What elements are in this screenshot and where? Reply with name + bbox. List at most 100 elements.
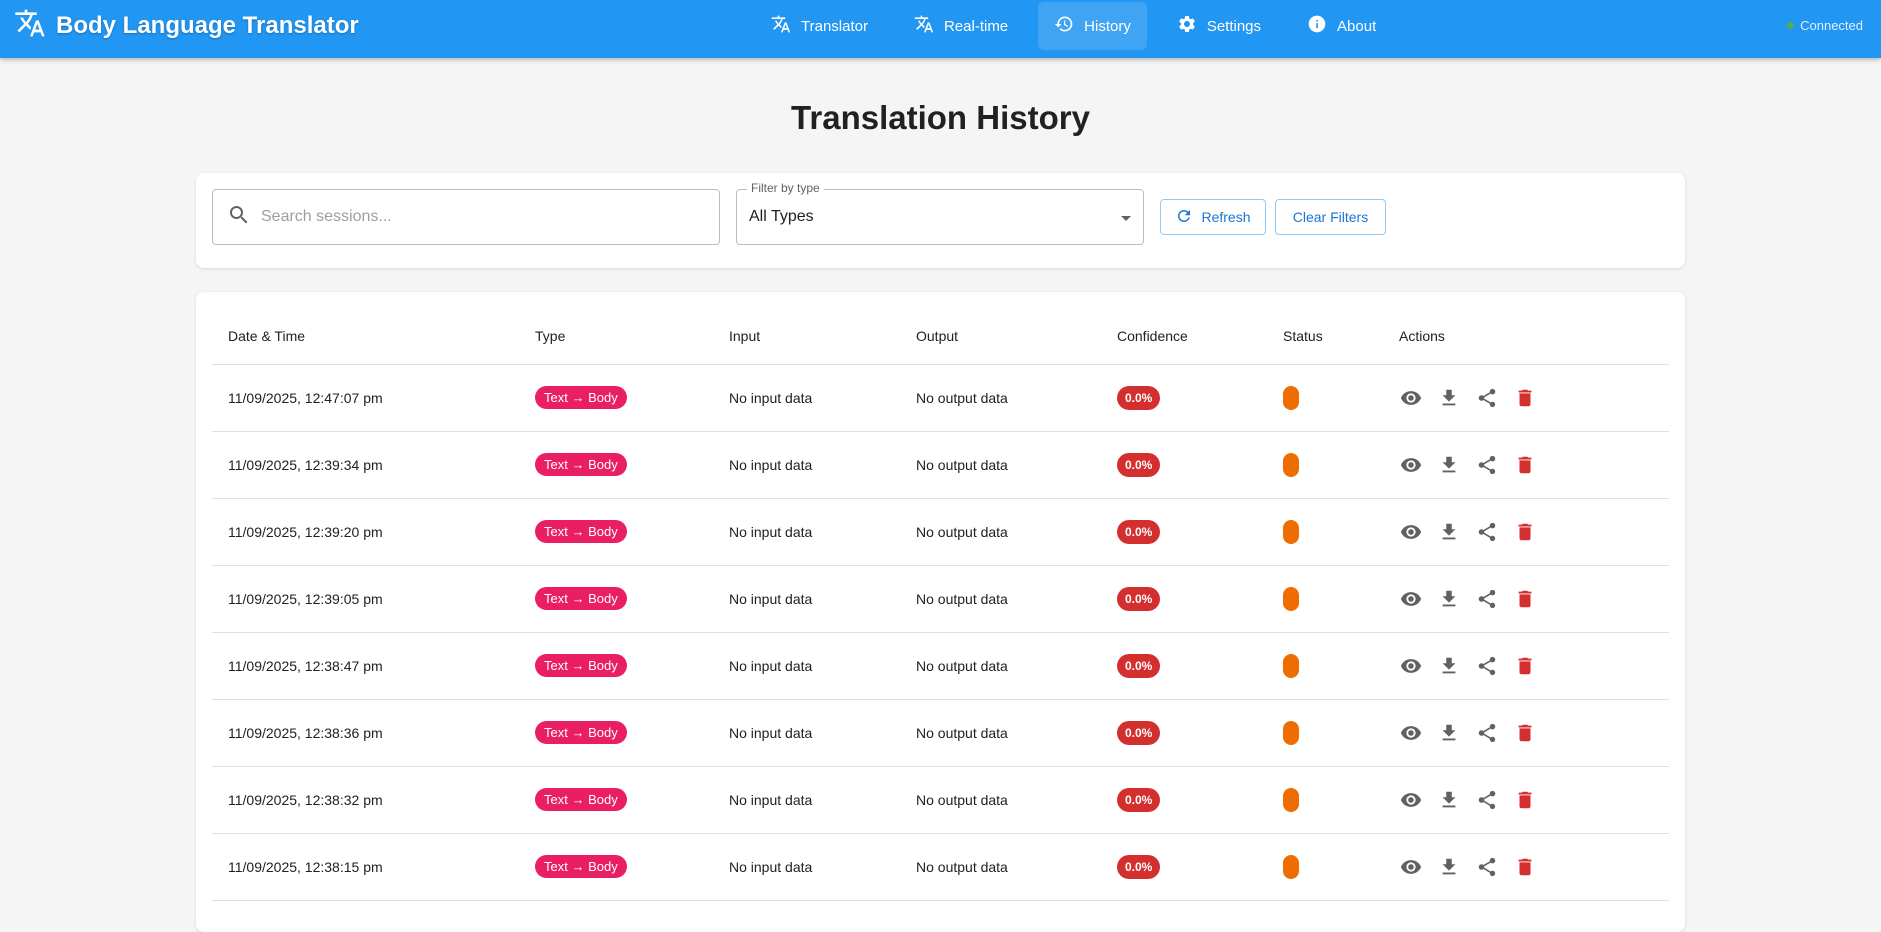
download-button[interactable] — [1437, 721, 1461, 745]
cell-type: Text → Body — [519, 431, 713, 499]
main-nav: Translator Real-time History Settings Ab… — [755, 2, 1392, 50]
share-button[interactable] — [1475, 721, 1499, 745]
cell-status — [1267, 431, 1383, 499]
nav-item-label: History — [1084, 17, 1131, 35]
delete-button[interactable] — [1513, 788, 1537, 812]
nav-item-settings[interactable]: Settings — [1161, 2, 1277, 50]
download-icon — [1438, 655, 1460, 677]
view-button[interactable] — [1399, 520, 1423, 544]
share-button[interactable] — [1475, 788, 1499, 812]
view-button[interactable] — [1399, 386, 1423, 410]
share-button[interactable] — [1475, 520, 1499, 544]
cell-datetime: 11/09/2025, 12:47:07 pm — [212, 364, 519, 432]
view-button[interactable] — [1399, 654, 1423, 678]
delete-button[interactable] — [1513, 721, 1537, 745]
table-row[interactable]: 11/09/2025, 12:38:47 pm Text → Body No inp… — [212, 632, 1669, 700]
table-row[interactable]: 11/09/2025, 12:38:15 pm Text → Body No inp… — [212, 833, 1669, 901]
search-field[interactable] — [212, 189, 720, 245]
table-header-row: Date & Time Type Input Output Confidence… — [212, 308, 1669, 365]
translate-logo-icon — [14, 7, 46, 46]
nav-item-about[interactable]: About — [1291, 2, 1392, 50]
column-header-status[interactable]: Status — [1267, 308, 1383, 365]
share-button[interactable] — [1475, 587, 1499, 611]
gear-icon — [1177, 14, 1197, 38]
share-icon — [1476, 789, 1498, 811]
translate-icon — [771, 14, 791, 38]
nav-item-translator[interactable]: Translator — [755, 2, 884, 50]
cell-input: No input data — [713, 766, 900, 834]
refresh-icon — [1175, 207, 1193, 228]
cell-datetime: 11/09/2025, 12:38:36 pm — [212, 699, 519, 767]
view-button[interactable] — [1399, 788, 1423, 812]
cell-input: No input data — [713, 833, 900, 901]
cell-actions — [1383, 766, 1669, 834]
table-row[interactable]: 11/09/2025, 12:39:20 pm Text → Body No inp… — [212, 498, 1669, 566]
cell-actions — [1383, 364, 1669, 432]
nav-item-realtime[interactable]: Real-time — [898, 2, 1024, 50]
delete-button[interactable] — [1513, 520, 1537, 544]
row-actions — [1399, 386, 1669, 410]
share-button[interactable] — [1475, 855, 1499, 879]
table-row[interactable]: 11/09/2025, 12:47:07 pm Text → Body No inp… — [212, 364, 1669, 432]
delete-button[interactable] — [1513, 453, 1537, 477]
column-header-confidence[interactable]: Confidence — [1101, 308, 1267, 365]
view-button[interactable] — [1399, 855, 1423, 879]
status-indicator — [1283, 385, 1299, 410]
cell-status — [1267, 833, 1383, 901]
download-icon — [1438, 789, 1460, 811]
table-row[interactable]: 11/09/2025, 12:38:32 pm Text → Body No inp… — [212, 766, 1669, 834]
column-header-output[interactable]: Output — [900, 308, 1101, 365]
table-row[interactable]: 11/09/2025, 12:39:34 pm Text → Body No inp… — [212, 431, 1669, 499]
confidence-chip: 0.0% — [1117, 519, 1161, 544]
cell-output: No output data — [900, 833, 1101, 901]
view-button[interactable] — [1399, 453, 1423, 477]
cell-actions — [1383, 431, 1669, 499]
cell-status — [1267, 699, 1383, 767]
download-button[interactable] — [1437, 520, 1461, 544]
delete-button[interactable] — [1513, 855, 1537, 879]
cell-datetime: 11/09/2025, 12:38:47 pm — [212, 632, 519, 700]
download-button[interactable] — [1437, 654, 1461, 678]
share-button[interactable] — [1475, 386, 1499, 410]
download-button[interactable] — [1437, 855, 1461, 879]
delete-button[interactable] — [1513, 386, 1537, 410]
view-button[interactable] — [1399, 587, 1423, 611]
type-filter-select[interactable]: Filter by type All Types — [736, 181, 1144, 245]
delete-button[interactable] — [1513, 587, 1537, 611]
confidence-chip: 0.0% — [1117, 720, 1161, 745]
view-button[interactable] — [1399, 721, 1423, 745]
download-icon — [1438, 722, 1460, 744]
nav-item-history[interactable]: History — [1038, 2, 1147, 50]
download-icon — [1438, 521, 1460, 543]
clear-filters-button[interactable]: Clear Filters — [1275, 199, 1386, 235]
eye-icon — [1400, 856, 1422, 878]
chevron-down-icon — [1121, 216, 1131, 221]
nav-item-label: Settings — [1206, 17, 1262, 35]
share-icon — [1476, 655, 1498, 677]
download-icon — [1438, 588, 1460, 610]
cell-output: No output data — [900, 632, 1101, 700]
download-button[interactable] — [1437, 788, 1461, 812]
cell-confidence: 0.0% — [1101, 431, 1267, 499]
column-header-input[interactable]: Input — [713, 308, 900, 365]
table-row[interactable]: 11/09/2025, 12:38:36 pm Text → Body No inp… — [212, 699, 1669, 767]
share-button[interactable] — [1475, 654, 1499, 678]
download-button[interactable] — [1437, 386, 1461, 410]
trash-icon — [1514, 454, 1536, 476]
share-button[interactable] — [1475, 453, 1499, 477]
history-icon — [1054, 14, 1074, 38]
app-brand[interactable]: Body Language Translator — [14, 0, 359, 52]
table-row[interactable]: 11/09/2025, 12:39:05 pm Text → Body No inp… — [212, 565, 1669, 633]
delete-button[interactable] — [1513, 654, 1537, 678]
cell-output: No output data — [900, 565, 1101, 633]
column-header-datetime[interactable]: Date & Time — [212, 308, 519, 365]
column-header-type[interactable]: Type — [519, 308, 713, 365]
refresh-button[interactable]: Refresh — [1160, 199, 1266, 235]
download-button[interactable] — [1437, 587, 1461, 611]
eye-icon — [1400, 521, 1422, 543]
trash-icon — [1514, 588, 1536, 610]
download-button[interactable] — [1437, 453, 1461, 477]
search-input[interactable] — [261, 208, 701, 226]
confidence-chip: 0.0% — [1117, 586, 1161, 611]
cell-status — [1267, 766, 1383, 834]
